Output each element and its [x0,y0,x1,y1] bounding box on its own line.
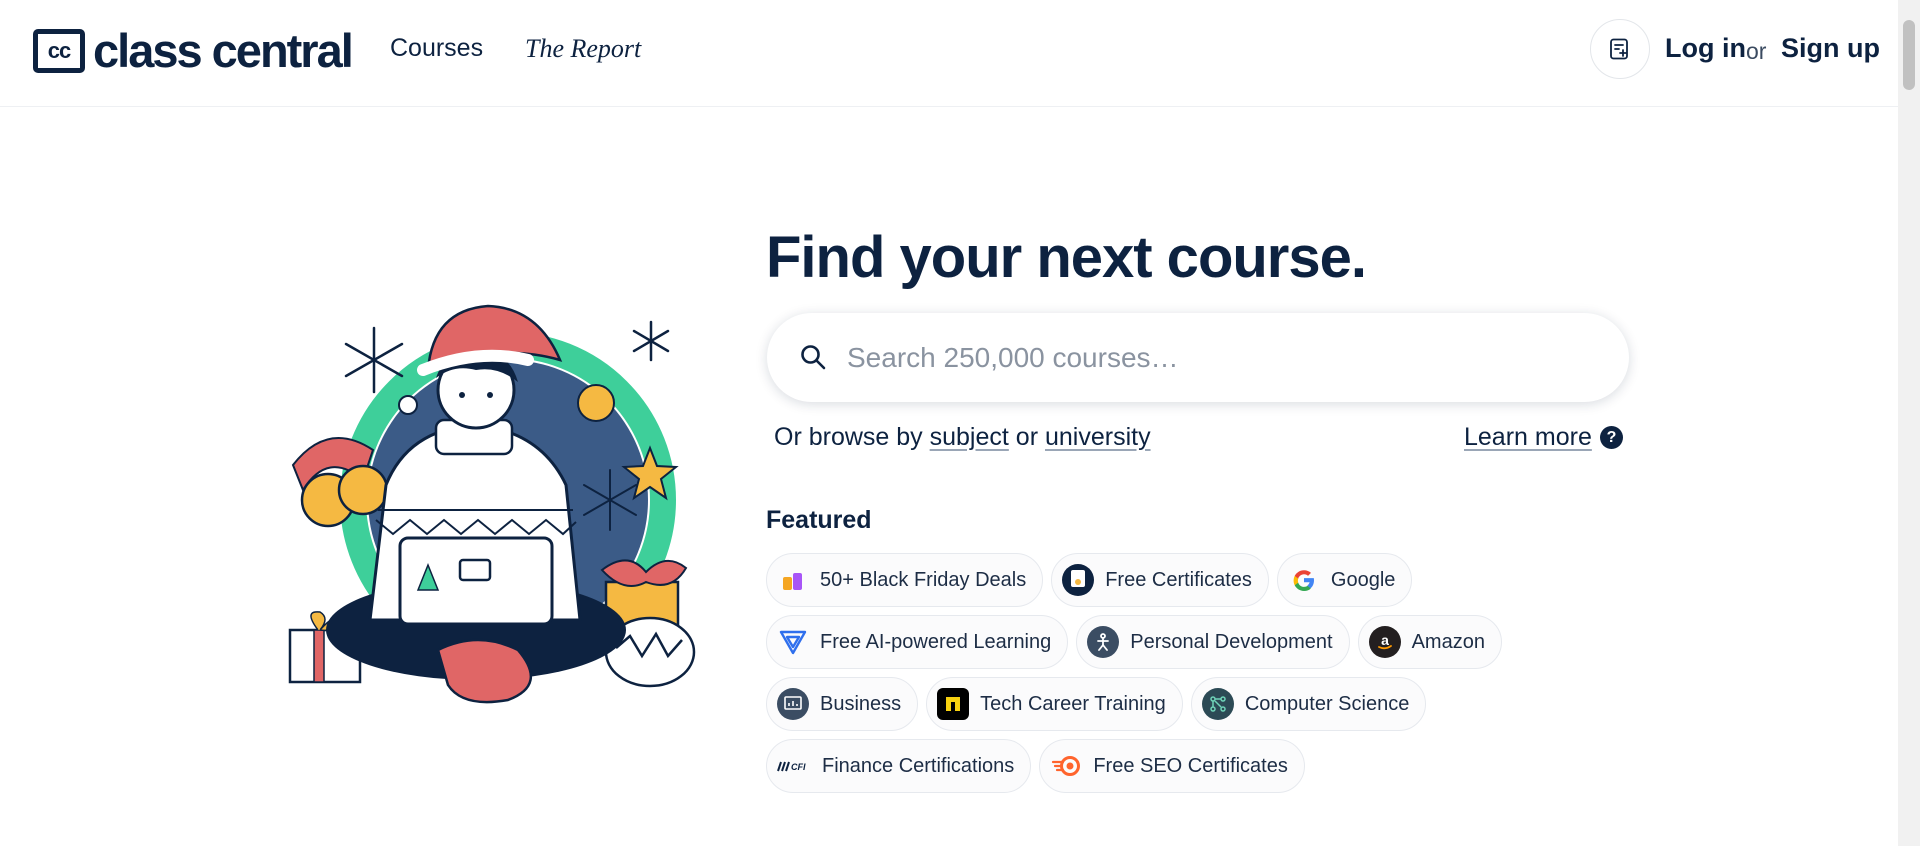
chip-free-certificates[interactable]: Free Certificates [1051,553,1269,607]
chip-label: Free SEO Certificates [1093,754,1288,777]
chip-label: Business [820,692,902,715]
tags-icon [777,564,809,596]
featured-chips: 50+ Black Friday Deals Free Certificates… [766,553,1546,801]
tech-career-icon [937,688,970,720]
browse-or-text: or [1015,423,1039,451]
logo-wordmark: class central [93,24,354,77]
nav-courses-link[interactable]: Courses [390,34,483,63]
snowflake-right-icon [632,320,670,362]
chip-free-seo-certificates[interactable]: Free SEO Certificates [1039,739,1305,793]
amazon-icon: a [1368,626,1401,658]
chip-label: Finance Certifications [822,754,1015,777]
browse-prefix: Or browse by [774,423,923,451]
chip-free-ai-powered-learning[interactable]: Free AI-powered Learning [766,615,1069,669]
chip-row: Business Tech Career Training Computer S… [766,677,1546,731]
class-central-logo[interactable]: cc class central [33,24,354,77]
chip-row: CFI Finance Certifications Free SEO Cert… [766,739,1546,793]
svg-text:a: a [1381,632,1389,648]
holiday-illustration [288,304,696,704]
chip-black-friday-deals[interactable]: 50+ Black Friday Deals [766,553,1044,607]
search-icon [801,345,826,370]
chip-label: Free Certificates [1105,568,1252,591]
chip-google[interactable]: Google [1276,553,1413,607]
chip-row: Free AI-powered Learning Personal Develo… [766,615,1546,669]
learn-more-link[interactable]: Learn more [1464,423,1592,452]
chip-label: 50+ Black Friday Deals [820,568,1027,591]
chip-finance-certifications[interactable]: CFI Finance Certifications [766,739,1032,793]
bells-icon [291,437,389,528]
chip-label: Amazon [1411,630,1485,653]
login-signup-separator: or [1746,38,1767,64]
signup-link[interactable]: Sign up [1781,33,1880,64]
chip-computer-science[interactable]: Computer Science [1190,677,1427,731]
browse-university-link[interactable]: university [1045,423,1151,451]
nav-the-report-link[interactable]: The Report [525,34,641,64]
add-list-icon [1610,38,1628,60]
course-search-box[interactable] [767,313,1629,402]
help-icon[interactable]: ? [1600,426,1623,449]
chip-label: Tech Career Training [980,692,1166,715]
chip-amazon[interactable]: a Amazon [1357,615,1502,669]
certificate-icon [1062,564,1095,596]
sock-icon [436,638,533,704]
scrollbar-thumb[interactable] [1903,20,1915,90]
browse-by-links: Or browse by subject or university [774,423,1151,452]
svg-text:CFI: CFI [791,762,806,772]
featured-heading: Featured [766,506,872,534]
ornament-icon [577,384,615,422]
chip-personal-development[interactable]: Personal Development [1076,615,1350,669]
site-header: cc class central Courses The Report Log … [0,0,1898,107]
logo-mark: cc [33,28,85,73]
chip-label: Google [1330,568,1396,591]
login-link[interactable]: Log in [1665,33,1746,64]
google-icon [1288,564,1320,596]
personal-development-icon [1087,626,1120,658]
seo-icon [1050,750,1082,782]
search-input[interactable] [847,335,1587,381]
ai-learning-icon [777,626,809,658]
chip-tech-career-training[interactable]: Tech Career Training [926,677,1183,731]
page-title: Find your next course. [766,225,1367,290]
chip-label: Personal Development [1130,630,1333,653]
chip-label: Computer Science [1244,692,1410,715]
browse-subject-link[interactable]: subject [930,423,1009,451]
business-icon [777,688,809,720]
computer-science-icon [1201,688,1234,720]
cfi-icon: CFI [777,750,811,782]
chip-row: 50+ Black Friday Deals Free Certificates… [766,553,1546,607]
page-scrollbar[interactable] [1898,0,1920,846]
chip-business[interactable]: Business [766,677,919,731]
new-list-button[interactable] [1590,19,1650,79]
chip-label: Free AI-powered Learning [820,630,1052,653]
